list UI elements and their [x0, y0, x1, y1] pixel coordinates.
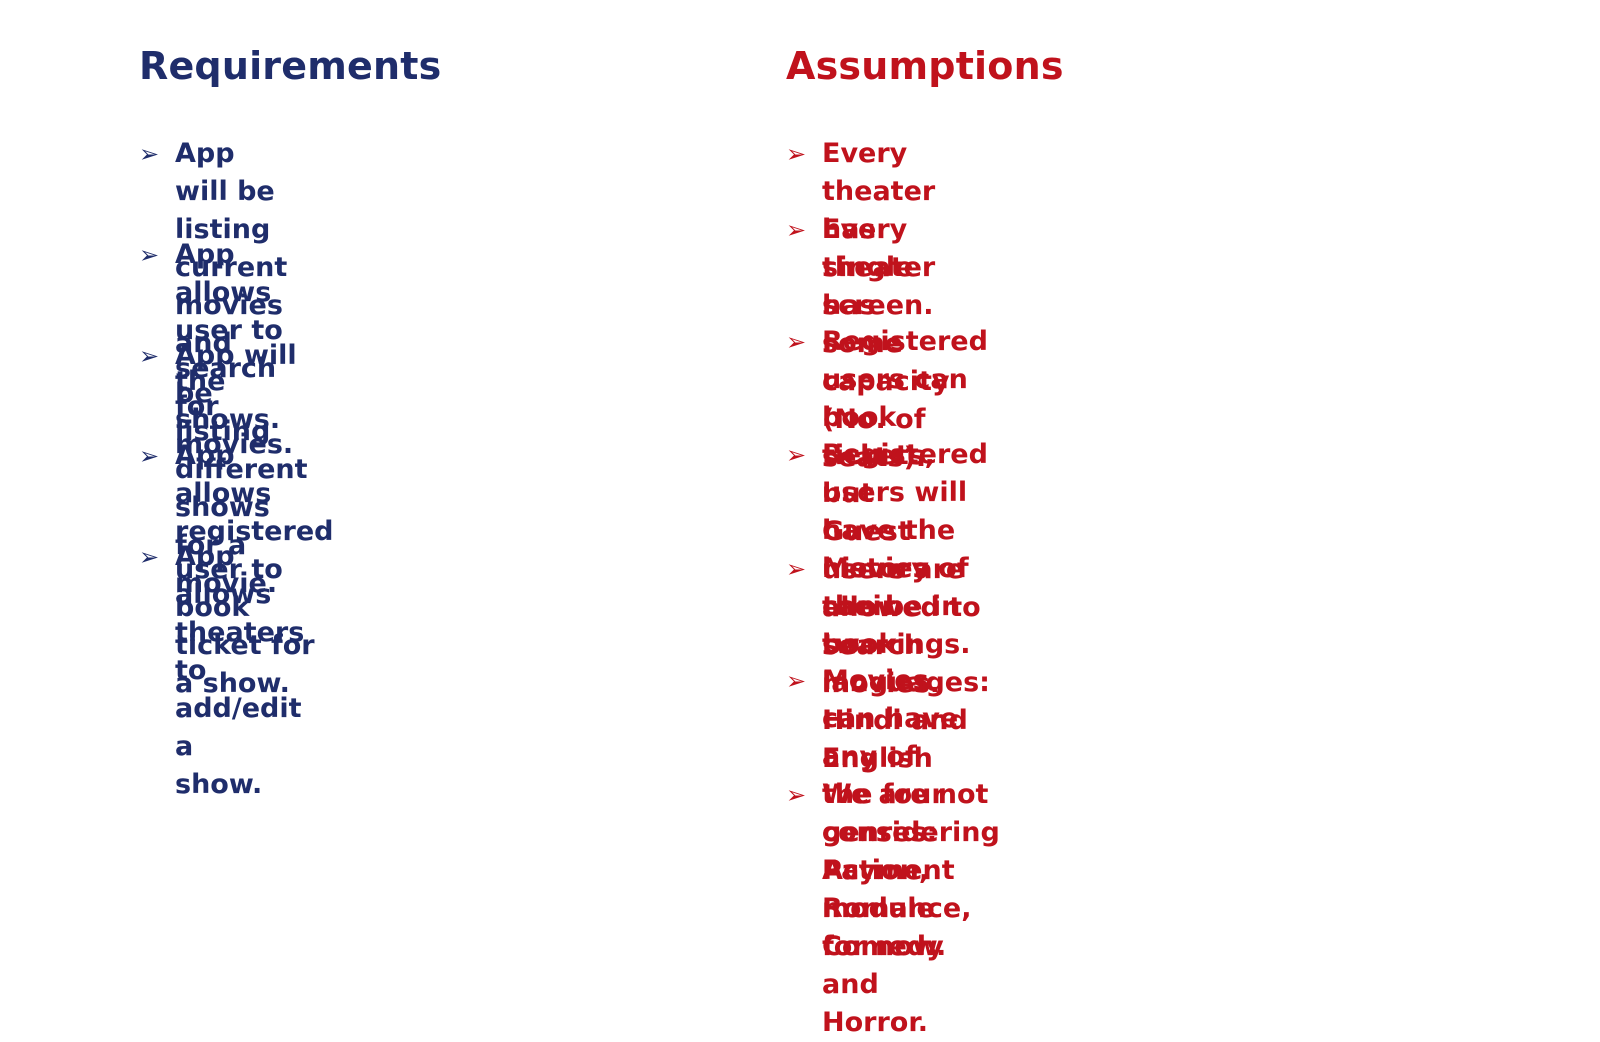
arrowhead-bullet-icon: ➢	[139, 342, 160, 370]
assumption-item: ➢ We are not considering Payment module …	[786, 776, 1000, 966]
arrowhead-bullet-icon: ➢	[139, 241, 160, 269]
arrowhead-bullet-icon: ➢	[786, 667, 807, 695]
arrowhead-bullet-icon: ➢	[786, 441, 807, 469]
arrowhead-bullet-icon: ➢	[139, 442, 160, 470]
arrowhead-bullet-icon: ➢	[786, 555, 807, 583]
arrowhead-bullet-icon: ➢	[786, 328, 807, 356]
arrowhead-bullet-icon: ➢	[139, 543, 160, 571]
requirement-text: App allows theaters to add/edit a show.	[175, 541, 305, 800]
arrowhead-bullet-icon: ➢	[139, 140, 160, 168]
arrowhead-bullet-icon: ➢	[786, 216, 807, 244]
arrowhead-bullet-icon: ➢	[786, 781, 807, 809]
arrowhead-bullet-icon: ➢	[786, 140, 807, 168]
assumption-text: We are not considering Payment module fo…	[822, 779, 1000, 962]
assumptions-heading: Assumptions	[786, 44, 1064, 88]
requirements-heading: Requirements	[139, 44, 442, 88]
requirement-item: ➢ App allows theaters to add/edit a show…	[139, 538, 304, 804]
